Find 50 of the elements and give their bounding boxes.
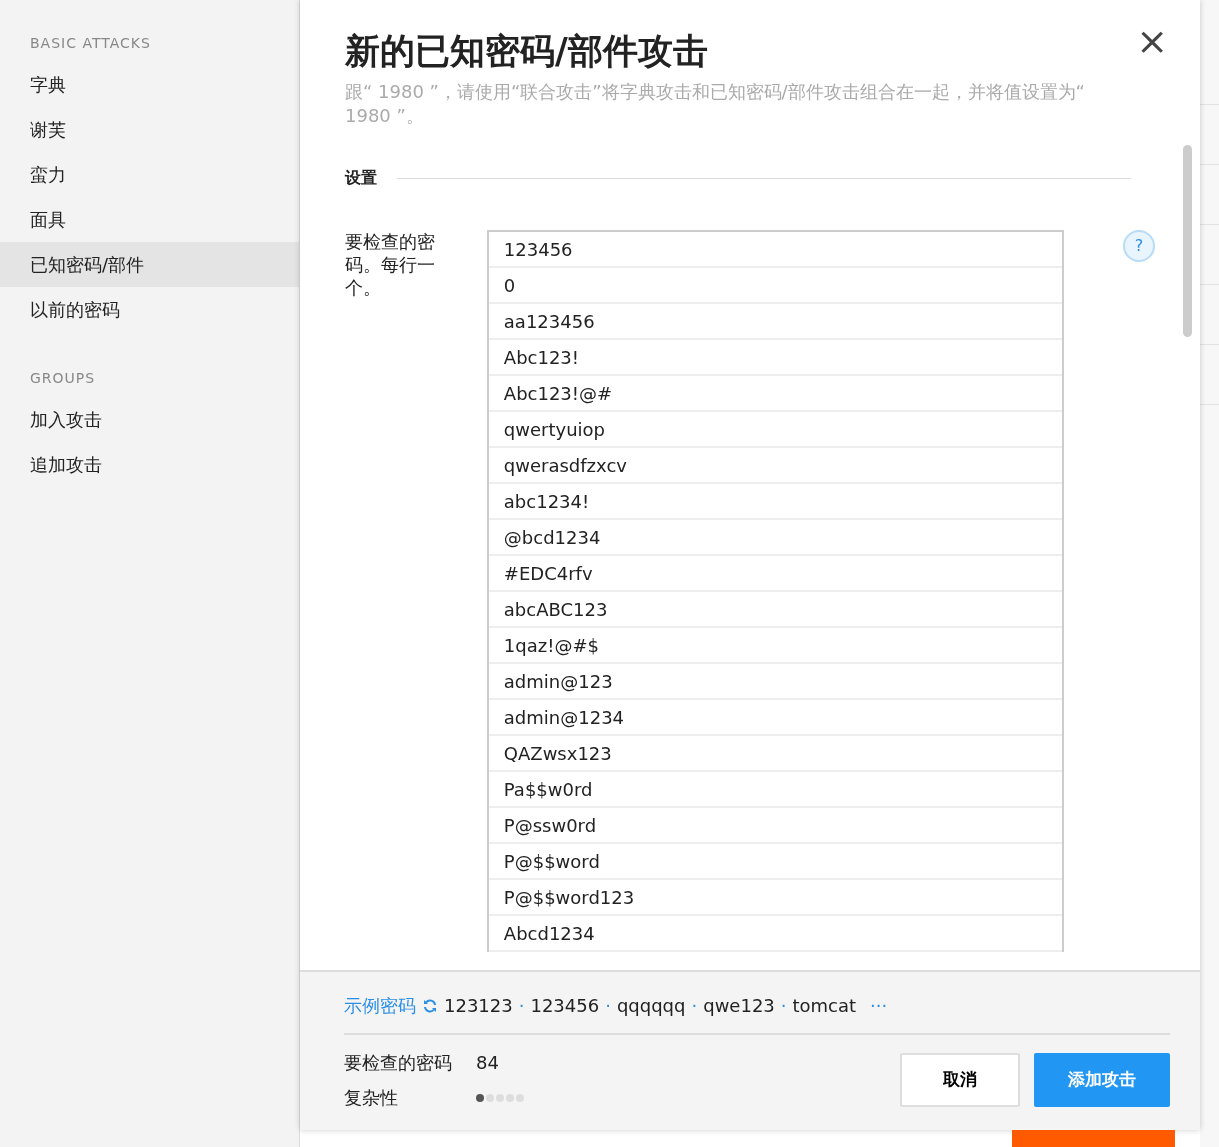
sample-password: qwe123 — [703, 994, 775, 1018]
separator-dot: · — [780, 994, 787, 1018]
password-entry: 1qaz!@#$ — [488, 628, 1062, 664]
sidebar-item[interactable]: 字典 — [0, 62, 299, 107]
dialog-title: 新的已知密码/部件攻击 — [345, 30, 708, 72]
sidebar-item[interactable]: 追加攻击 — [0, 442, 299, 487]
sample-password: 123456 — [530, 994, 600, 1018]
sample-password: 123123 — [444, 994, 513, 1018]
password-entry: @bcd1234 — [488, 520, 1062, 556]
separator-dot: · — [518, 994, 525, 1018]
section-heading: BASIC ATTACKS — [29, 34, 152, 53]
separator-dot: · — [691, 994, 698, 1018]
password-entry: #EDC4rfv — [488, 556, 1062, 592]
sidebar-item[interactable]: 谢芙 — [0, 107, 299, 152]
password-entry: P@ssw0rd — [488, 808, 1062, 844]
sidebar-item[interactable]: 蛮力 — [0, 152, 299, 197]
sample-password: tomcat — [792, 994, 857, 1018]
password-entry: abcABC123 — [488, 592, 1062, 628]
password-entry: Pa$$w0rd — [488, 772, 1062, 808]
cancel-button[interactable]: 取消 — [900, 1053, 1020, 1107]
description-text: 跟“ 1980 ”，请使用“联合攻击”将字典攻击和已知密码/部件攻击组合在一起，并将值设置为“ 1980 ”。 — [345, 80, 1086, 128]
count-label: 要检查的密码 — [344, 1051, 453, 1075]
section-title: 设置 — [345, 167, 377, 189]
separator-dot: · — [605, 994, 611, 1018]
password-entry: Abcd1234 — [488, 916, 1062, 952]
password-entry: Abc123! — [488, 340, 1062, 376]
sidebar-item[interactable]: 以前的密码 — [0, 287, 299, 332]
password-entry: admin@1234 — [488, 700, 1062, 736]
password-entry: aa123456 — [488, 304, 1062, 340]
scrollbar[interactable] — [1183, 145, 1192, 337]
count-value: 84 — [476, 1052, 499, 1073]
password-entry: qwerasdfzxcv — [488, 448, 1062, 484]
field-label: 要检查的密码。每行一个。 — [345, 230, 436, 300]
password-entry: P@$$word123 — [488, 880, 1062, 916]
sample-password: qqqqqq — [616, 994, 686, 1018]
close-button[interactable]: × — [1132, 22, 1172, 60]
password-entry: 123456 — [488, 232, 1062, 268]
section-heading: GROUPS — [29, 369, 97, 388]
password-entry: 0 — [488, 268, 1062, 304]
password-entry: Abc123!@# — [488, 376, 1062, 412]
password-entry: admin@123 — [488, 664, 1062, 700]
password-entry: P@$$word — [488, 844, 1062, 880]
sidebar-item[interactable]: 面具 — [0, 197, 299, 242]
refresh-icon[interactable] — [422, 997, 438, 1014]
password-entry: QAZwsx123 — [488, 736, 1062, 772]
sidebar-item[interactable]: 已知密码/部件 — [0, 242, 299, 287]
password-entry: qwertyuiop — [488, 412, 1062, 448]
sidebar-item[interactable]: 加入攻击 — [0, 397, 299, 442]
complexity-label: 复杂性 — [344, 1086, 399, 1110]
password-entry: abc1234! — [488, 484, 1062, 520]
